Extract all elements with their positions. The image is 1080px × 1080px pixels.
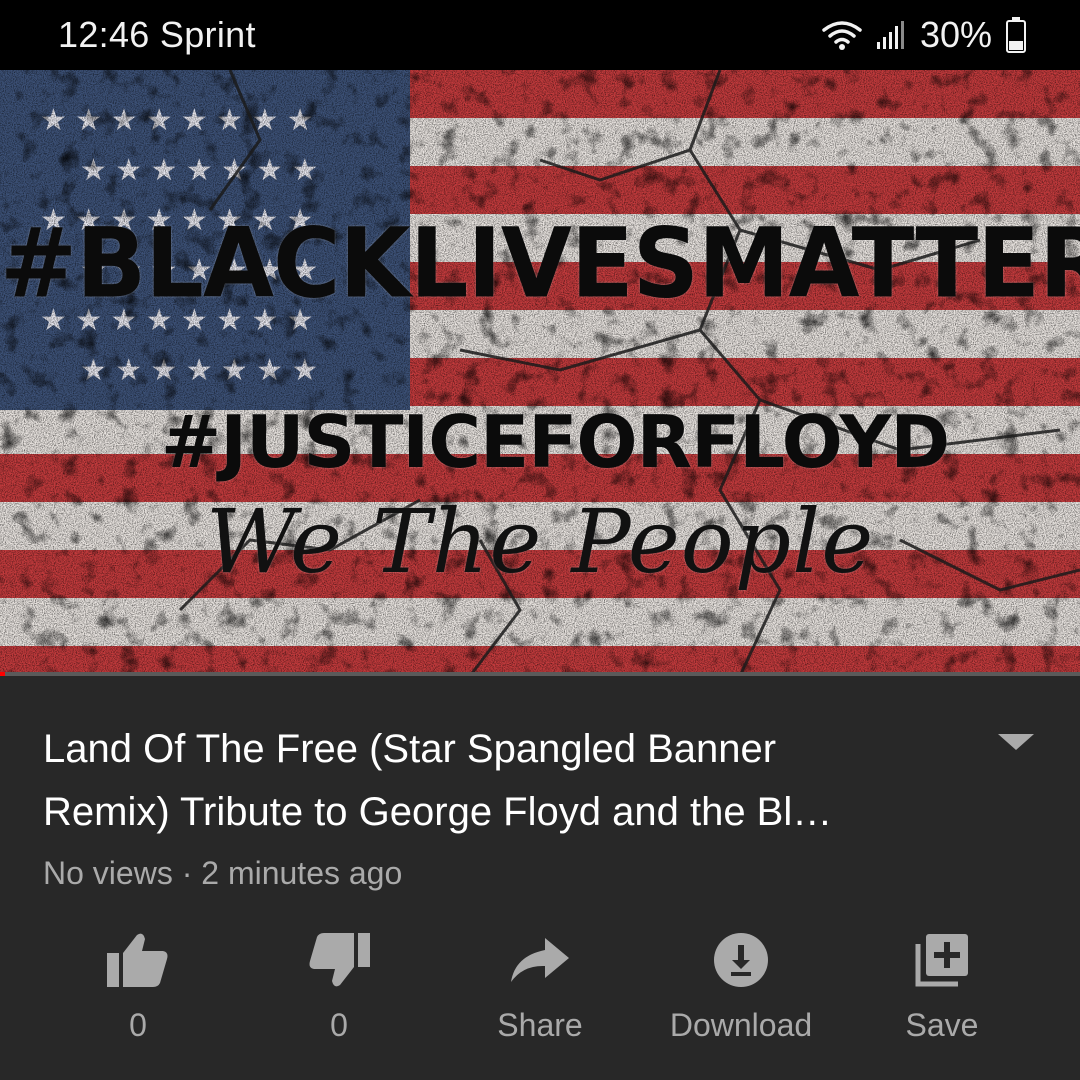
dislike-count: 0 [330,1007,348,1043]
video-title[interactable]: Land Of The Free (Star Spangled Banner R… [43,718,973,844]
share-label: Share [497,1007,583,1043]
dislike-button[interactable]: 0 [239,925,439,1065]
video-progress-bar[interactable] [0,672,1080,676]
share-arrow-icon [511,925,569,995]
chevron-down-icon[interactable] [996,730,1036,759]
like-button[interactable]: 0 [38,925,238,1065]
battery-icon [1006,17,1026,53]
carrier: Sprint [159,14,256,55]
status-right: 30% [822,14,1026,56]
thumbs-down-icon [308,925,370,995]
wifi-icon [822,19,862,51]
battery-percent: 30% [919,14,992,55]
video-title-line1: Land Of The Free (Star Spangled Banner [43,727,777,771]
save-button[interactable]: Save [842,925,1042,1065]
action-bar: 0 0 Share Download Save [38,925,1042,1065]
overlay-hashtag-blacklivesmatter: #BLACKLIVESMATTER [0,207,1080,320]
status-left: 12:46 Sprint [58,14,256,56]
download-icon [713,925,769,995]
overlay-hashtag-justiceforfloyd: #JUSTICEFORFLOYD [160,400,950,484]
download-button[interactable]: Download [641,925,841,1065]
video-title-line2: Remix) Tribute to George Floyd and the B… [43,790,833,834]
video-player[interactable]: ★ ★ ★ ★ ★ ★ ★ ★ ★ ★ ★ ★ ★ ★ ★ ★ ★ ★ ★ ★ … [0,70,1080,676]
save-label: Save [905,1007,979,1043]
video-progress-fill [0,672,6,676]
status-bar: 12:46 Sprint 30% [0,0,1080,70]
thumbs-up-icon [107,925,169,995]
overlay-we-the-people: We The People [205,490,875,593]
playlist-add-icon [914,925,970,995]
signal-icon [876,20,906,50]
video-meta: No views · 2 minutes ago [43,855,403,891]
clock: 12:46 [58,14,150,55]
download-label: Download [669,1007,813,1043]
share-button[interactable]: Share [440,925,640,1065]
like-count: 0 [129,1007,147,1043]
